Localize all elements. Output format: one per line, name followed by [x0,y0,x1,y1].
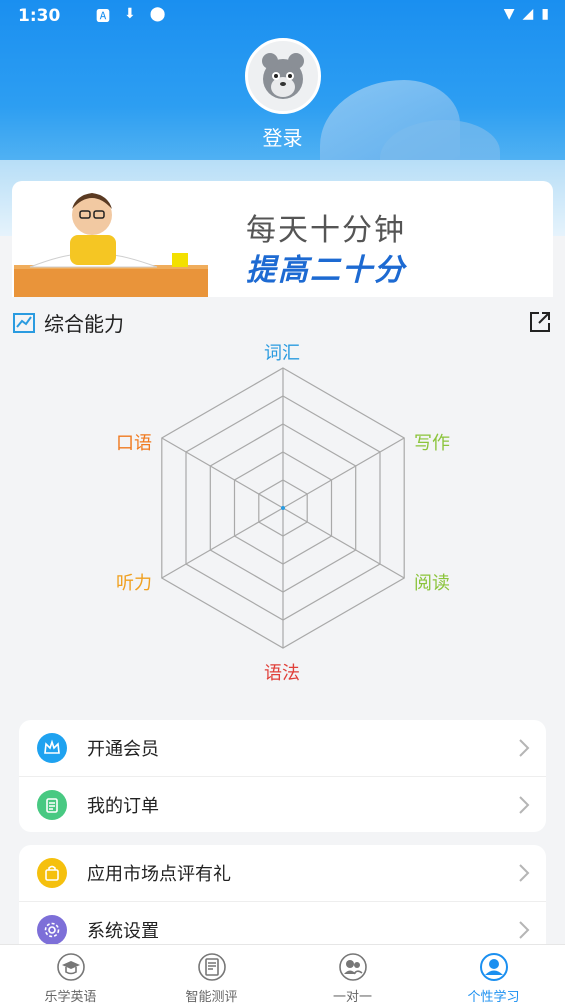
battery-icon: ▮ [541,6,549,22]
document-icon [198,953,226,981]
radar-spoke [161,437,284,509]
tab-label: 乐学英语 [44,990,97,1004]
tab-one-on-one[interactable]: 一对一 [282,945,423,1004]
share-icon[interactable] [527,309,553,335]
status-bar: 1:30 🅰 ⬇ ⬤ ▼ ◢ ▮ [0,0,565,32]
menu-label: 应用市场点评有礼 [87,864,231,885]
squirrel-avatar-icon [262,53,304,99]
radar-spoke [282,437,405,509]
ability-title-text: 综合能力 [44,312,124,336]
a-icon: 🅰 [96,9,110,25]
ability-section-title: 综合能力 [12,308,124,337]
axis-label-listening: 听力 [116,573,152,594]
axis-label-grammar: 语法 [264,663,300,684]
radar-spoke [282,507,405,579]
menu-group-app: 应用市场点评有礼 系统设置 [19,845,546,957]
clipboard-icon [37,789,67,820]
axis-label-speaking: 口语 [116,433,152,454]
status-notification-icons: 🅰 ⬇ ⬤ [96,6,165,26]
android-icon: ⬤ [149,6,166,22]
people-icon [339,953,367,981]
chevron-right-icon [519,864,530,882]
status-time: 1:30 [18,6,61,26]
menu-group-account: 开通会员 我的订单 [19,720,546,832]
tab-label-active: 个性学习 [467,990,520,1004]
ability-radar-chart: 词汇 写作 阅读 语法 听力 口语 [0,336,565,706]
menu-item-orders[interactable]: 我的订单 [19,776,546,832]
download-icon: ⬇ [124,6,136,22]
crown-icon [37,733,67,763]
person-icon [480,953,508,981]
axis-label-vocabulary: 词汇 [264,343,300,364]
status-system-icons: ▼ ◢ ▮ [504,6,549,22]
menu-item-review[interactable]: 应用市场点评有礼 [19,845,546,901]
bottom-tab-bar: 乐学英语 智能测评 一对一 个性学习 [0,944,565,1004]
promo-banner[interactable]: 每天十分钟 提高二十分 [12,181,553,297]
tab-label: 一对一 [332,990,372,1004]
banner-slogan-line1: 每天十分钟 [246,213,406,248]
radar-spoke [161,507,284,579]
graduation-cap-icon [57,953,85,981]
shopping-bag-icon [37,858,67,888]
menu-label: 系统设置 [87,920,159,942]
chevron-right-icon [519,796,530,814]
avatar[interactable] [245,38,321,114]
tab-smart-assessment[interactable]: 智能测评 [141,945,282,1004]
axis-label-reading: 阅读 [414,573,450,594]
login-button[interactable]: 登录 [0,122,565,151]
boy-reading-illustration [14,193,208,297]
menu-item-membership[interactable]: 开通会员 [19,720,546,776]
axis-label-writing: 写作 [414,433,450,454]
tab-label: 智能测评 [185,990,238,1004]
gear-icon [37,914,67,945]
chevron-right-icon [519,739,530,757]
radar-value-point [281,506,285,510]
wifi-icon: ▼ [503,6,515,22]
signal-icon: ◢ [522,6,534,22]
menu-label: 开通会员 [87,739,159,760]
tab-english-learning[interactable]: 乐学英语 [0,945,141,1004]
tab-personal-learning[interactable]: 个性学习 [423,945,564,1004]
chart-icon [13,312,35,333]
chevron-right-icon [519,921,530,939]
radar-grid [161,367,405,649]
menu-label: 我的订单 [87,795,159,817]
banner-slogan-line2: 提高二十分 [246,253,406,288]
